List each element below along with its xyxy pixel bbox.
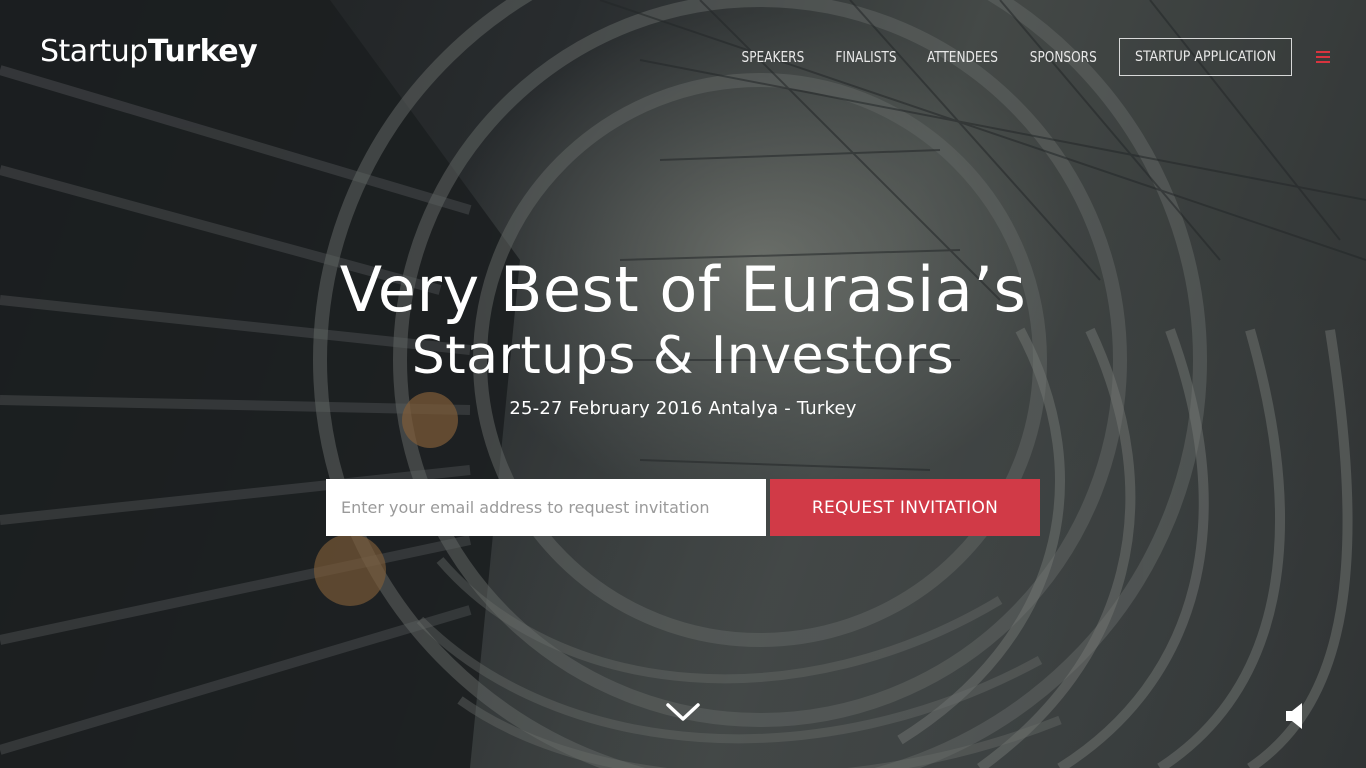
startup-application-button[interactable]: STARTUP APPLICATION bbox=[1118, 38, 1292, 76]
hero-title-line1: Very Best of Eurasia’s bbox=[339, 253, 1027, 326]
speaker-icon[interactable] bbox=[1284, 700, 1308, 732]
hero-section: StartupTurkey SPEAKERS FINALISTS ATTENDE… bbox=[0, 0, 1366, 768]
nav-speakers[interactable]: SPEAKERS bbox=[741, 48, 804, 66]
nav-finalists[interactable]: FINALISTS bbox=[835, 48, 896, 66]
hamburger-icon[interactable] bbox=[1316, 51, 1330, 63]
logo-text-bold: Turkey bbox=[147, 34, 258, 69]
hero-title-line2: Startups & Investors bbox=[411, 326, 955, 386]
nav-sponsors[interactable]: SPONSORS bbox=[1030, 48, 1097, 66]
request-invitation-button[interactable]: REQUEST INVITATION bbox=[770, 479, 1040, 536]
nav-attendees[interactable]: ATTENDEES bbox=[927, 48, 998, 66]
invitation-form: REQUEST INVITATION bbox=[326, 479, 1040, 536]
logo[interactable]: StartupTurkey bbox=[40, 34, 258, 69]
email-input[interactable] bbox=[326, 479, 766, 536]
hero-headline: Very Best of Eurasia’s Startups & Invest… bbox=[0, 252, 1366, 419]
main-nav: SPEAKERS FINALISTS ATTENDEES SPONSORS ST… bbox=[714, 37, 1330, 77]
event-info: 25-27 February 2016 Antalya - Turkey bbox=[509, 398, 857, 419]
logo-text-light: Startup bbox=[40, 34, 148, 69]
chevron-down-icon[interactable] bbox=[665, 700, 701, 724]
